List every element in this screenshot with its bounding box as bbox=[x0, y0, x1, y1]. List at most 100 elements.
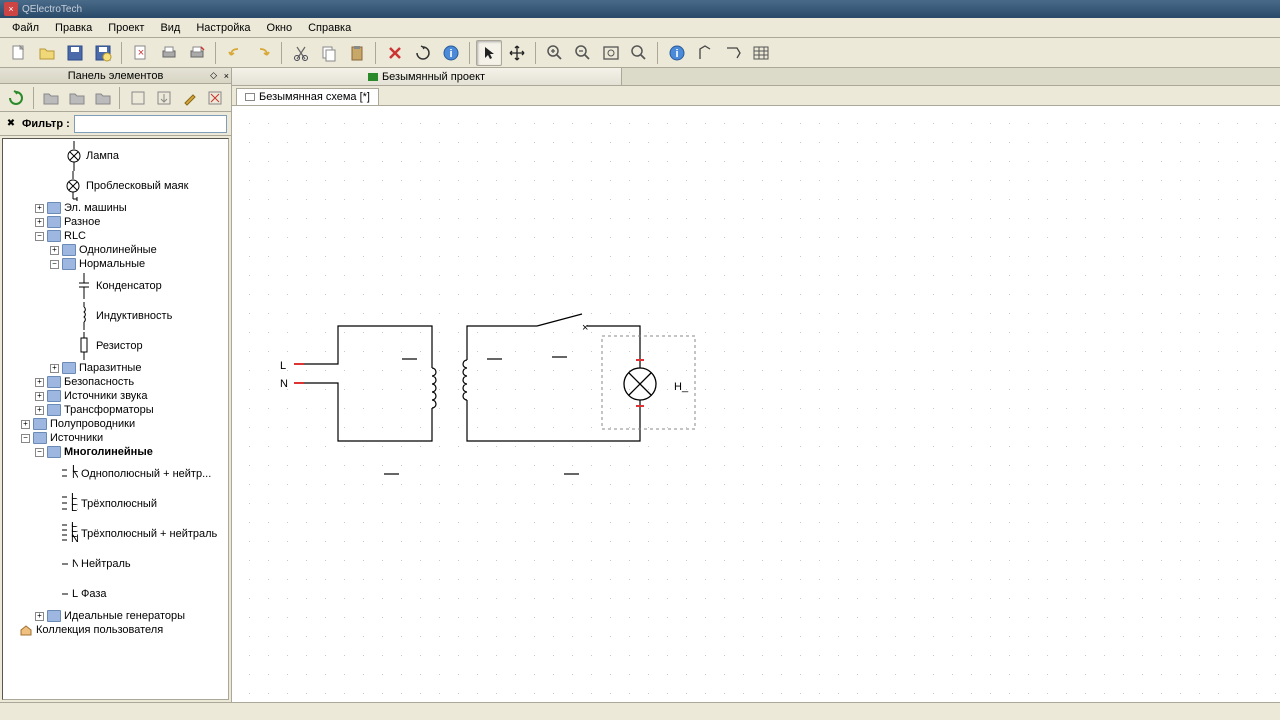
tree-folder-ideal-gen[interactable]: +Идеальные генераторы bbox=[5, 609, 226, 623]
cut-button[interactable] bbox=[288, 40, 314, 66]
zoom-out-button[interactable] bbox=[570, 40, 596, 66]
new-element-button[interactable] bbox=[126, 86, 150, 110]
close-icon[interactable]: × bbox=[4, 2, 18, 16]
lamp-icon bbox=[65, 144, 83, 168]
switch[interactable]: × bbox=[537, 314, 588, 334]
menu-edit[interactable]: Правка bbox=[49, 20, 98, 36]
transformer-secondary[interactable] bbox=[463, 356, 467, 404]
expander-icon[interactable]: + bbox=[35, 406, 44, 415]
tree-folder-sources[interactable]: −Источники bbox=[5, 431, 226, 445]
tree-folder-multiline[interactable]: −Многолинейные bbox=[5, 445, 226, 459]
expander-icon[interactable]: + bbox=[50, 246, 59, 255]
zoom-in-button[interactable] bbox=[542, 40, 568, 66]
tree-folder-sound-src[interactable]: +Источники звука bbox=[5, 389, 226, 403]
expander-icon[interactable]: + bbox=[35, 612, 44, 621]
menu-view[interactable]: Вид bbox=[154, 20, 186, 36]
delete-element-button[interactable] bbox=[203, 86, 227, 110]
undo-button[interactable] bbox=[222, 40, 248, 66]
expander-icon[interactable]: + bbox=[35, 204, 44, 213]
save-button[interactable] bbox=[62, 40, 88, 66]
new-button[interactable] bbox=[6, 40, 32, 66]
delete-button[interactable] bbox=[382, 40, 408, 66]
import-element-button[interactable] bbox=[152, 86, 176, 110]
tree-item-capacitor[interactable]: Конденсатор bbox=[5, 271, 226, 301]
tree-item-neutral[interactable]: N Нейтраль bbox=[5, 549, 226, 579]
tree-folder-semiconductors[interactable]: +Полупроводники bbox=[5, 417, 226, 431]
tree-folder-rlc[interactable]: −RLC bbox=[5, 229, 226, 243]
move-mode-button[interactable] bbox=[504, 40, 530, 66]
expander-icon[interactable]: + bbox=[35, 378, 44, 387]
menu-file[interactable]: Файл bbox=[6, 20, 45, 36]
pin-icon[interactable]: ◇ bbox=[210, 70, 217, 81]
tree-item-beacon[interactable]: Проблесковый маяк bbox=[5, 171, 226, 201]
tree-folder-transformers[interactable]: +Трансформаторы bbox=[5, 403, 226, 417]
wire[interactable] bbox=[587, 326, 640, 364]
wire[interactable] bbox=[467, 326, 537, 356]
expander-icon[interactable]: − bbox=[21, 434, 30, 443]
wire[interactable] bbox=[297, 326, 432, 364]
info-button[interactable]: i bbox=[664, 40, 690, 66]
canvas[interactable]: L N bbox=[232, 106, 1280, 702]
wire[interactable] bbox=[467, 404, 640, 441]
expander-icon[interactable]: − bbox=[35, 232, 44, 241]
print-button[interactable] bbox=[156, 40, 182, 66]
zoom-reset-button[interactable] bbox=[626, 40, 652, 66]
tree-folder-normal[interactable]: −Нормальные bbox=[5, 257, 226, 271]
tree-folder-single-line[interactable]: +Однолинейные bbox=[5, 243, 226, 257]
tree-item-phase[interactable]: L Фаза bbox=[5, 579, 226, 609]
select-mode-button[interactable] bbox=[476, 40, 502, 66]
menu-settings[interactable]: Настройка bbox=[190, 20, 256, 36]
reload-button[interactable] bbox=[4, 86, 28, 110]
expander-icon[interactable]: + bbox=[50, 364, 59, 373]
wire[interactable] bbox=[297, 383, 432, 441]
menu-project[interactable]: Проект bbox=[102, 20, 150, 36]
tree-item-lamp[interactable]: Лампа bbox=[5, 141, 226, 171]
menu-window[interactable]: Окно bbox=[261, 20, 299, 36]
filter-input[interactable] bbox=[74, 115, 227, 133]
menu-help[interactable]: Справка bbox=[302, 20, 357, 36]
clear-filter-icon[interactable]: ✖ bbox=[4, 117, 18, 131]
source-icon: L1L2L3 bbox=[60, 492, 78, 516]
edit-element-button[interactable] bbox=[178, 86, 202, 110]
schematic[interactable]: L N bbox=[232, 106, 1092, 702]
titleblock-button[interactable] bbox=[748, 40, 774, 66]
project-tab[interactable]: Безымянный проект bbox=[232, 68, 622, 85]
tree-folder-safety[interactable]: +Безопасность bbox=[5, 375, 226, 389]
expander-icon[interactable]: + bbox=[35, 392, 44, 401]
tree-folder-el-machines[interactable]: +Эл. машины bbox=[5, 201, 226, 215]
add-row-button[interactable] bbox=[720, 40, 746, 66]
delete-category-button[interactable] bbox=[91, 86, 115, 110]
elements-tree[interactable]: Лампа Проблесковый маяк +Эл. машины +Раз… bbox=[2, 138, 229, 700]
redo-button[interactable] bbox=[250, 40, 276, 66]
folder-icon bbox=[62, 258, 76, 270]
tree-item-resistor[interactable]: Резистор bbox=[5, 331, 226, 361]
zoom-fit-button[interactable] bbox=[598, 40, 624, 66]
tree-item-single-pole-n[interactable]: L1N Однополюсный + нейтр... bbox=[5, 459, 226, 489]
close-file-button[interactable]: × bbox=[128, 40, 154, 66]
tree-folder-parasitic[interactable]: +Паразитные bbox=[5, 361, 226, 375]
transformer-primary[interactable] bbox=[432, 364, 436, 412]
open-button[interactable] bbox=[34, 40, 60, 66]
tree-label: Трёхполюсный bbox=[81, 498, 157, 510]
expander-icon[interactable]: + bbox=[21, 420, 30, 429]
lamp-symbol[interactable] bbox=[624, 364, 656, 404]
tree-item-inductor[interactable]: Индуктивность bbox=[5, 301, 226, 331]
tree-user-collection[interactable]: Коллекция пользователя bbox=[5, 623, 226, 637]
add-column-button[interactable] bbox=[692, 40, 718, 66]
export-button[interactable] bbox=[184, 40, 210, 66]
save-as-button[interactable] bbox=[90, 40, 116, 66]
expander-icon[interactable]: + bbox=[35, 218, 44, 227]
copy-button[interactable] bbox=[316, 40, 342, 66]
tree-item-three-pole[interactable]: L1L2L3 Трёхполюсный bbox=[5, 489, 226, 519]
panel-close-icon[interactable]: × bbox=[224, 71, 229, 81]
sheet-tab[interactable]: Безымянная схема [*] bbox=[236, 88, 379, 105]
new-category-button[interactable] bbox=[40, 86, 64, 110]
properties-button[interactable]: i bbox=[438, 40, 464, 66]
tree-folder-misc[interactable]: +Разное bbox=[5, 215, 226, 229]
tree-item-three-pole-n[interactable]: L1L2L3N Трёхполюсный + нейтраль bbox=[5, 519, 226, 549]
rotate-button[interactable] bbox=[410, 40, 436, 66]
paste-button[interactable] bbox=[344, 40, 370, 66]
expander-icon[interactable]: − bbox=[50, 260, 59, 269]
edit-category-button[interactable] bbox=[65, 86, 89, 110]
expander-icon[interactable]: − bbox=[35, 448, 44, 457]
